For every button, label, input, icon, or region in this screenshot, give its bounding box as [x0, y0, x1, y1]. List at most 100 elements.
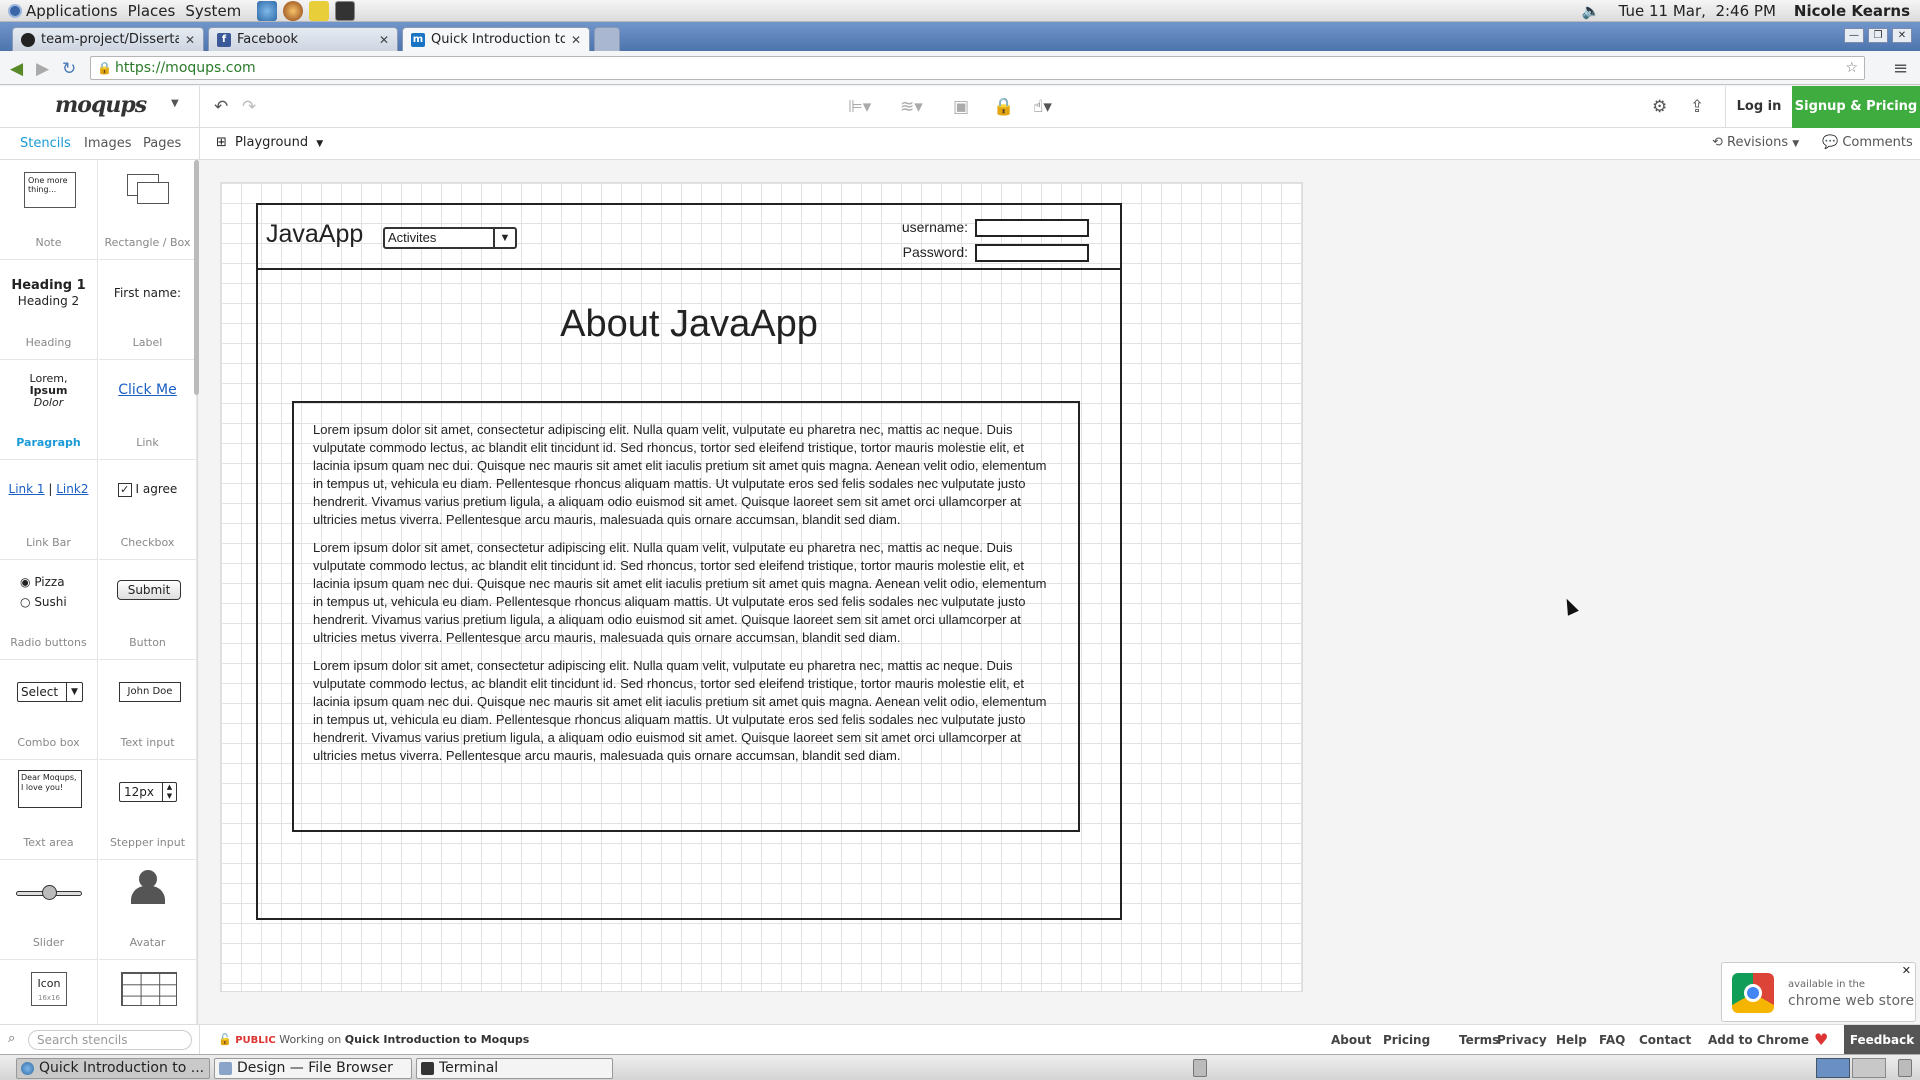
- stencil-button[interactable]: Submit Button: [99, 560, 197, 660]
- moqups-logo[interactable]: moqups: [55, 92, 147, 118]
- layers-icon[interactable]: ≋▾: [900, 97, 923, 117]
- feedback-button[interactable]: Feedback: [1844, 1025, 1920, 1055]
- label-preview: First name:: [113, 286, 182, 300]
- redo-icon[interactable]: ↷: [242, 97, 256, 117]
- combo-preview: Select ▼: [17, 682, 83, 702]
- stencil-label: Avatar: [129, 936, 166, 949]
- reload-icon[interactable]: ↻: [62, 59, 76, 79]
- stencil-avatar[interactable]: Avatar: [99, 860, 197, 960]
- tab-github[interactable]: team-project/Dissertatio ✕: [12, 27, 204, 51]
- stencil-rectangle[interactable]: Rectangle / Box: [99, 160, 197, 260]
- stencil-link[interactable]: Click Me Link: [99, 360, 197, 460]
- password-label: Password:: [902, 244, 968, 260]
- moqups-icon: m: [411, 32, 425, 47]
- align-icon[interactable]: ⊫▾: [848, 97, 871, 117]
- back-arrow-icon[interactable]: ◀: [10, 59, 23, 79]
- signup-pricing-button[interactable]: Signup & Pricing: [1792, 86, 1920, 128]
- close-icon[interactable]: ✕: [1902, 964, 1911, 977]
- user-menu[interactable]: Nicole Kearns: [1794, 2, 1910, 20]
- tab-moqups[interactable]: m Quick Introduction to M ✕: [402, 27, 590, 51]
- footer-link-contact[interactable]: Contact: [1639, 1033, 1691, 1047]
- chrome-menu-icon[interactable]: ≡: [1893, 58, 1908, 79]
- stencil-checkbox[interactable]: ✓ I agree Checkbox: [99, 460, 197, 560]
- tab-stencils[interactable]: Stencils: [20, 136, 71, 151]
- tab-facebook[interactable]: f Facebook ✕: [208, 27, 398, 51]
- close-tab-icon[interactable]: ✕: [185, 33, 195, 47]
- logo-dropdown-icon[interactable]: ▼: [171, 98, 179, 109]
- document-name[interactable]: Quick Introduction to Moqups: [345, 1033, 530, 1046]
- chrome-launcher-icon[interactable]: [283, 0, 304, 21]
- footer-link-pricing[interactable]: Pricing: [1383, 1033, 1430, 1047]
- close-tab-icon[interactable]: ✕: [379, 33, 389, 47]
- page-selector[interactable]: ⊞ Playground ▼: [216, 135, 323, 150]
- stencil-heading[interactable]: Heading 1 Heading 2 Heading: [0, 260, 98, 360]
- settings-gear-icon[interactable]: ⚙: [1652, 97, 1667, 117]
- applications-menu[interactable]: Applications: [8, 2, 118, 20]
- footer-link-faq[interactable]: FAQ: [1599, 1033, 1625, 1047]
- comments-button[interactable]: 💬 Comments: [1822, 135, 1913, 150]
- tab-pages[interactable]: Pages: [143, 136, 181, 151]
- task-file-browser[interactable]: Design — File Browser: [214, 1058, 412, 1079]
- workspace-1[interactable]: [1816, 1058, 1850, 1078]
- mockup-password-field[interactable]: [975, 244, 1089, 262]
- workspace-2[interactable]: [1852, 1058, 1886, 1078]
- footer-link-privacy[interactable]: Privacy: [1497, 1033, 1547, 1047]
- stencil-note[interactable]: One more thing... Note: [0, 160, 98, 260]
- browser-launcher-icon[interactable]: [257, 0, 278, 21]
- applications-label: Applications: [26, 1, 118, 20]
- system-menu[interactable]: System: [185, 2, 241, 20]
- footer-link-terms[interactable]: Terms: [1459, 1033, 1499, 1047]
- trash-applet-icon[interactable]: [1898, 1059, 1912, 1077]
- mockup-text-box[interactable]: Lorem ipsum dolor sit amet, consectetur …: [292, 401, 1080, 832]
- revisions-button[interactable]: ⟲ Revisions ▼: [1712, 135, 1799, 150]
- stencil-combo-box[interactable]: Select ▼ Combo box: [0, 660, 98, 760]
- task-browser[interactable]: Quick Introduction to ...: [16, 1058, 210, 1079]
- close-tab-icon[interactable]: ✕: [571, 33, 581, 47]
- stencil-paragraph[interactable]: Lorem, Ipsum Dolor Paragraph: [0, 360, 98, 460]
- footer-link-about[interactable]: About: [1331, 1033, 1371, 1047]
- stencil-slider[interactable]: Slider: [0, 860, 98, 960]
- maximize-window-icon[interactable]: ❐: [1868, 28, 1888, 43]
- stencil-text-area[interactable]: Dear Moqups, I love you! Text area: [0, 760, 98, 860]
- task-terminal[interactable]: Terminal: [416, 1058, 613, 1079]
- login-button[interactable]: Log in: [1725, 86, 1792, 128]
- stencil-stepper-input[interactable]: 12px ▲ ▼ Stepper input: [99, 760, 197, 860]
- text-area-preview-text: Dear Moqups, I love you!: [21, 773, 77, 792]
- wireframe-mockup[interactable]: JavaApp Activites ▼ username: Password: …: [256, 203, 1122, 920]
- bookmark-star-icon[interactable]: ☆: [1845, 57, 1858, 79]
- search-stencils-input[interactable]: Search stencils: [28, 1030, 192, 1050]
- mockup-app-title[interactable]: JavaApp: [266, 220, 363, 249]
- mockup-activities-combo[interactable]: Activites ▼: [383, 227, 517, 249]
- chrome-store-badge[interactable]: available in the chrome web store ✕: [1721, 962, 1916, 1022]
- stencil-link-bar[interactable]: Link 1 | Link2 Link Bar: [0, 460, 98, 560]
- public-badge[interactable]: PUBLIC: [235, 1035, 276, 1046]
- stencil-radio-buttons[interactable]: ◉ Pizza ○ Sushi Radio buttons: [0, 560, 98, 660]
- mockup-username-field[interactable]: [975, 219, 1089, 237]
- clock[interactable]: Tue 11 Mar, 2:46 PM: [1619, 2, 1776, 20]
- new-tab-button[interactable]: [594, 27, 620, 51]
- lock-element-icon[interactable]: 🔒: [993, 97, 1014, 117]
- notes-launcher-icon[interactable]: [309, 0, 330, 21]
- stencil-label[interactable]: First name: Label: [99, 260, 197, 360]
- volume-icon[interactable]: 🔈: [1582, 2, 1601, 20]
- interaction-hand-icon[interactable]: ☝▾: [1033, 97, 1052, 117]
- document-status: 🔓 PUBLIC Working on Quick Introduction t…: [218, 1033, 529, 1046]
- terminal-launcher-icon[interactable]: [335, 0, 356, 21]
- places-menu[interactable]: Places: [128, 2, 176, 20]
- tab-images[interactable]: Images: [84, 136, 132, 151]
- heart-icon[interactable]: ♥: [1814, 1030, 1828, 1049]
- group-icon[interactable]: ▣: [953, 97, 969, 117]
- footer-link-help[interactable]: Help: [1556, 1033, 1587, 1047]
- stencil-icon[interactable]: Icon 16x16: [0, 960, 98, 1024]
- trash-icon[interactable]: [1193, 1059, 1207, 1077]
- mockup-heading[interactable]: About JavaApp: [258, 303, 1120, 346]
- undo-icon[interactable]: ↶: [214, 97, 228, 117]
- minimize-window-icon[interactable]: —: [1844, 28, 1864, 43]
- share-icon[interactable]: ⇪: [1690, 97, 1704, 117]
- url-bar[interactable]: 🔒 https://moqups.com ☆: [90, 56, 1865, 80]
- stencil-table[interactable]: [99, 960, 197, 1024]
- forward-arrow-icon[interactable]: ▶: [36, 59, 49, 79]
- close-window-icon[interactable]: ✕: [1892, 28, 1912, 43]
- footer-link-add-to-chrome[interactable]: Add to Chrome: [1708, 1033, 1809, 1047]
- stencil-text-input[interactable]: John Doe Text input: [99, 660, 197, 760]
